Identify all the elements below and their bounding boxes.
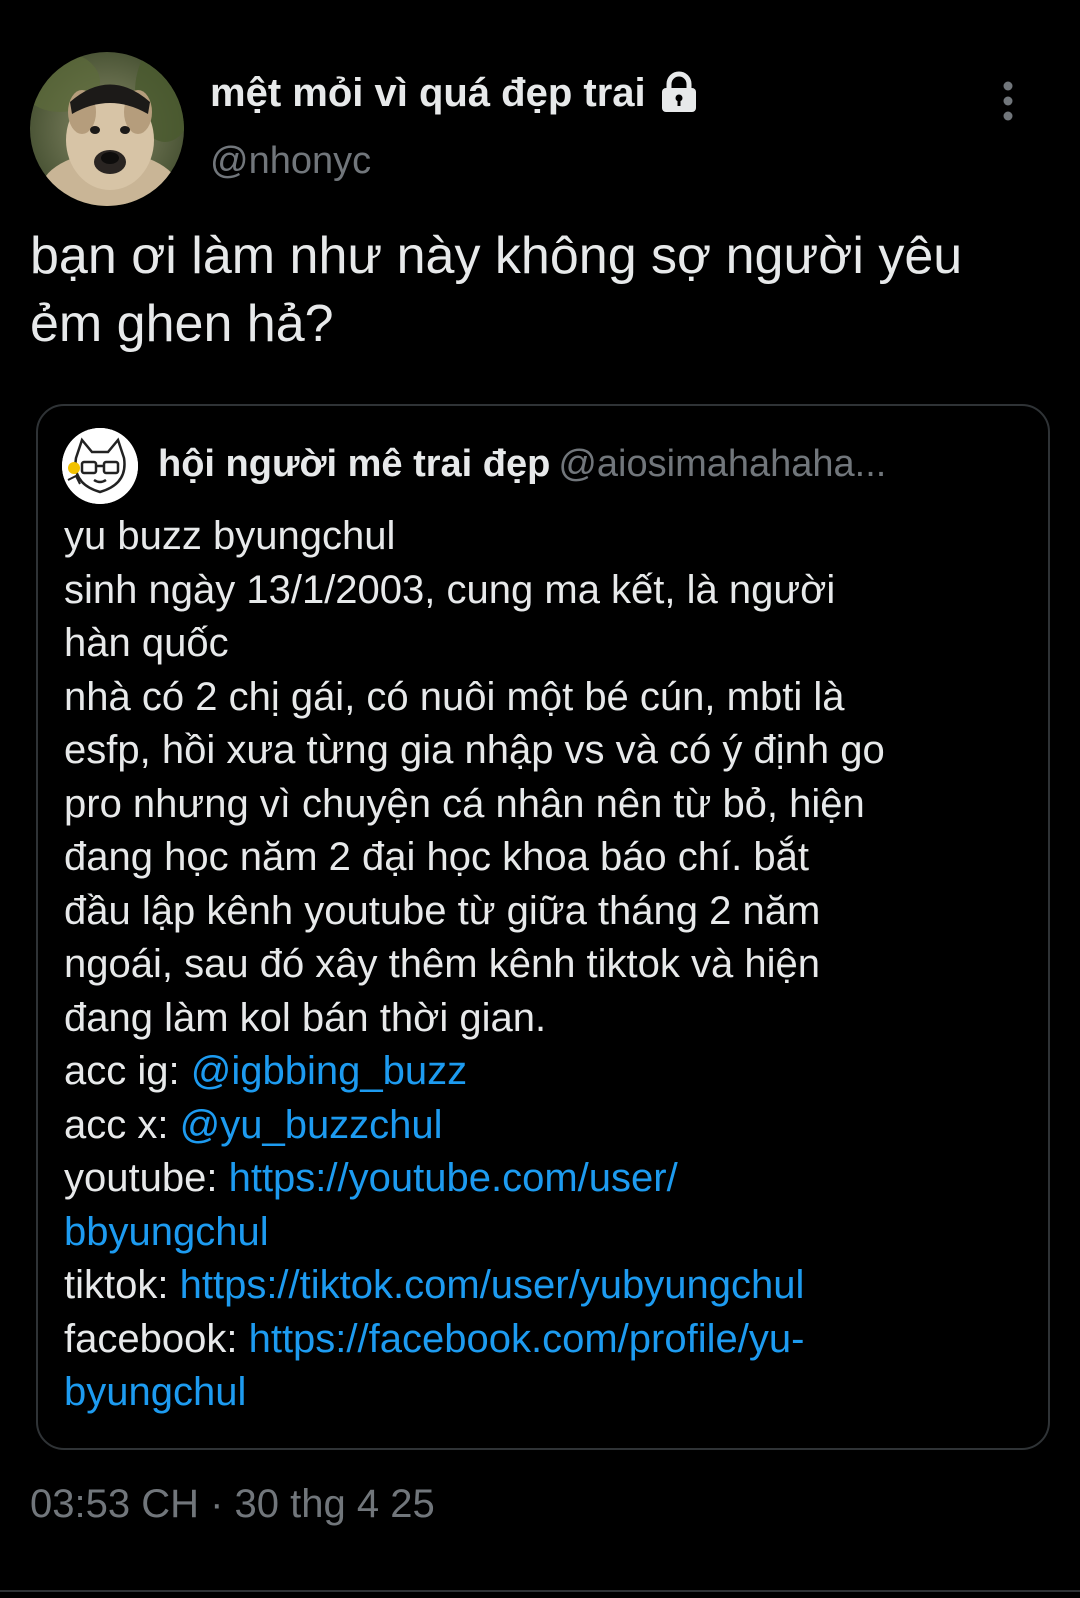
facebook-link-continued[interactable]: byungchul <box>64 1370 246 1414</box>
cat-avatar-icon <box>62 428 138 504</box>
youtube-line: youtube: https://youtube.com/user/ <box>64 1152 1004 1206</box>
quote-text-line: nhà có 2 chị gái, có nuôi một bé cún, mb… <box>64 674 845 719</box>
quote-text-line: hàn quốc <box>64 621 229 665</box>
tweet-text-line: ẻm ghen hả? <box>30 295 334 353</box>
youtube-link-continued[interactable]: bbyungchul <box>64 1210 269 1254</box>
tweet-timestamp[interactable]: 03:53 CH · 30 thg 4 25 <box>30 1482 435 1527</box>
tweet-text-line: bạn ơi làm như này không sợ người yêu <box>30 227 963 285</box>
quote-text-line: pro nhưng vì chuyện cá nhân nên từ bỏ, h… <box>64 781 865 826</box>
quote-text-line: sinh ngày 13/1/2003, cung ma kết, là ngư… <box>64 567 836 612</box>
facebook-line-continued: byungchul <box>64 1366 1004 1420</box>
author-handle[interactable]: @nhonyc <box>210 140 371 183</box>
youtube-line-continued: bbyungchul <box>64 1206 1004 1260</box>
facebook-line: facebook: https://facebook.com/profile/y… <box>64 1313 1004 1367</box>
quoted-tweet-card[interactable]: hội người mê trai đẹp @aiosimahahaha... y… <box>36 404 1050 1450</box>
tiktok-line: tiktok: https://tiktok.com/user/yubyungc… <box>64 1259 1004 1313</box>
ig-link[interactable]: @igbbing_buzz <box>191 1049 467 1093</box>
quote-body: yu buzz byungchul sinh ngày 13/1/2003, c… <box>64 510 1004 1420</box>
x-link[interactable]: @yu_buzzchul <box>180 1103 443 1147</box>
author-display-name[interactable]: mệt mỏi vì quá đẹp trai <box>210 70 702 116</box>
dog-avatar-icon <box>30 52 184 206</box>
author-avatar[interactable] <box>30 52 184 206</box>
facebook-link[interactable]: https://facebook.com/profile/yu- <box>249 1317 805 1361</box>
quote-text-line: đầu lập kênh youtube từ giữa tháng 2 năm <box>64 888 821 933</box>
quote-author-handle[interactable]: @aiosimahahaha... <box>558 443 886 485</box>
lock-icon <box>656 70 702 116</box>
quote-text-line: ngoái, sau đó xây thêm kênh tiktok và hi… <box>64 942 821 986</box>
quote-header: hội người mê trai đẹp @aiosimahahaha... <box>158 440 1018 488</box>
youtube-link[interactable]: https://youtube.com/user/ <box>229 1156 678 1200</box>
quote-text-line: đang làm kol bán thời gian. <box>64 995 547 1040</box>
ig-line: acc ig: @igbbing_buzz <box>64 1045 1004 1099</box>
author-display-name-text: mệt mỏi vì quá đẹp trai <box>210 70 646 115</box>
tweet-header: mệt mỏi vì quá đẹp trai @nhonyc <box>0 0 1080 210</box>
facebook-label: facebook: <box>64 1316 249 1361</box>
x-line: acc x: @yu_buzzchul <box>64 1099 1004 1153</box>
ig-label: acc ig: <box>64 1049 191 1093</box>
tiktok-label: tiktok: <box>64 1263 180 1307</box>
tweet-text: bạn ơi làm như này không sợ người yêu ẻm… <box>30 222 1060 358</box>
quote-author-name[interactable]: hội người mê trai đẹp <box>158 443 550 485</box>
tiktok-link[interactable]: https://tiktok.com/user/yubyungchul <box>180 1263 805 1307</box>
quote-author-avatar <box>62 428 138 504</box>
quote-text-line: esfp, hồi xưa từng gia nhập vs và có ý đ… <box>64 728 885 772</box>
youtube-label: youtube: <box>64 1156 229 1200</box>
divider <box>0 1590 1080 1592</box>
quote-text-line: yu buzz byungchul <box>64 514 396 558</box>
quote-text-line: đang học năm 2 đại học khoa báo chí. bắt <box>64 835 809 879</box>
vertical-ellipsis-icon[interactable] <box>990 78 1026 124</box>
x-label: acc x: <box>64 1102 180 1147</box>
